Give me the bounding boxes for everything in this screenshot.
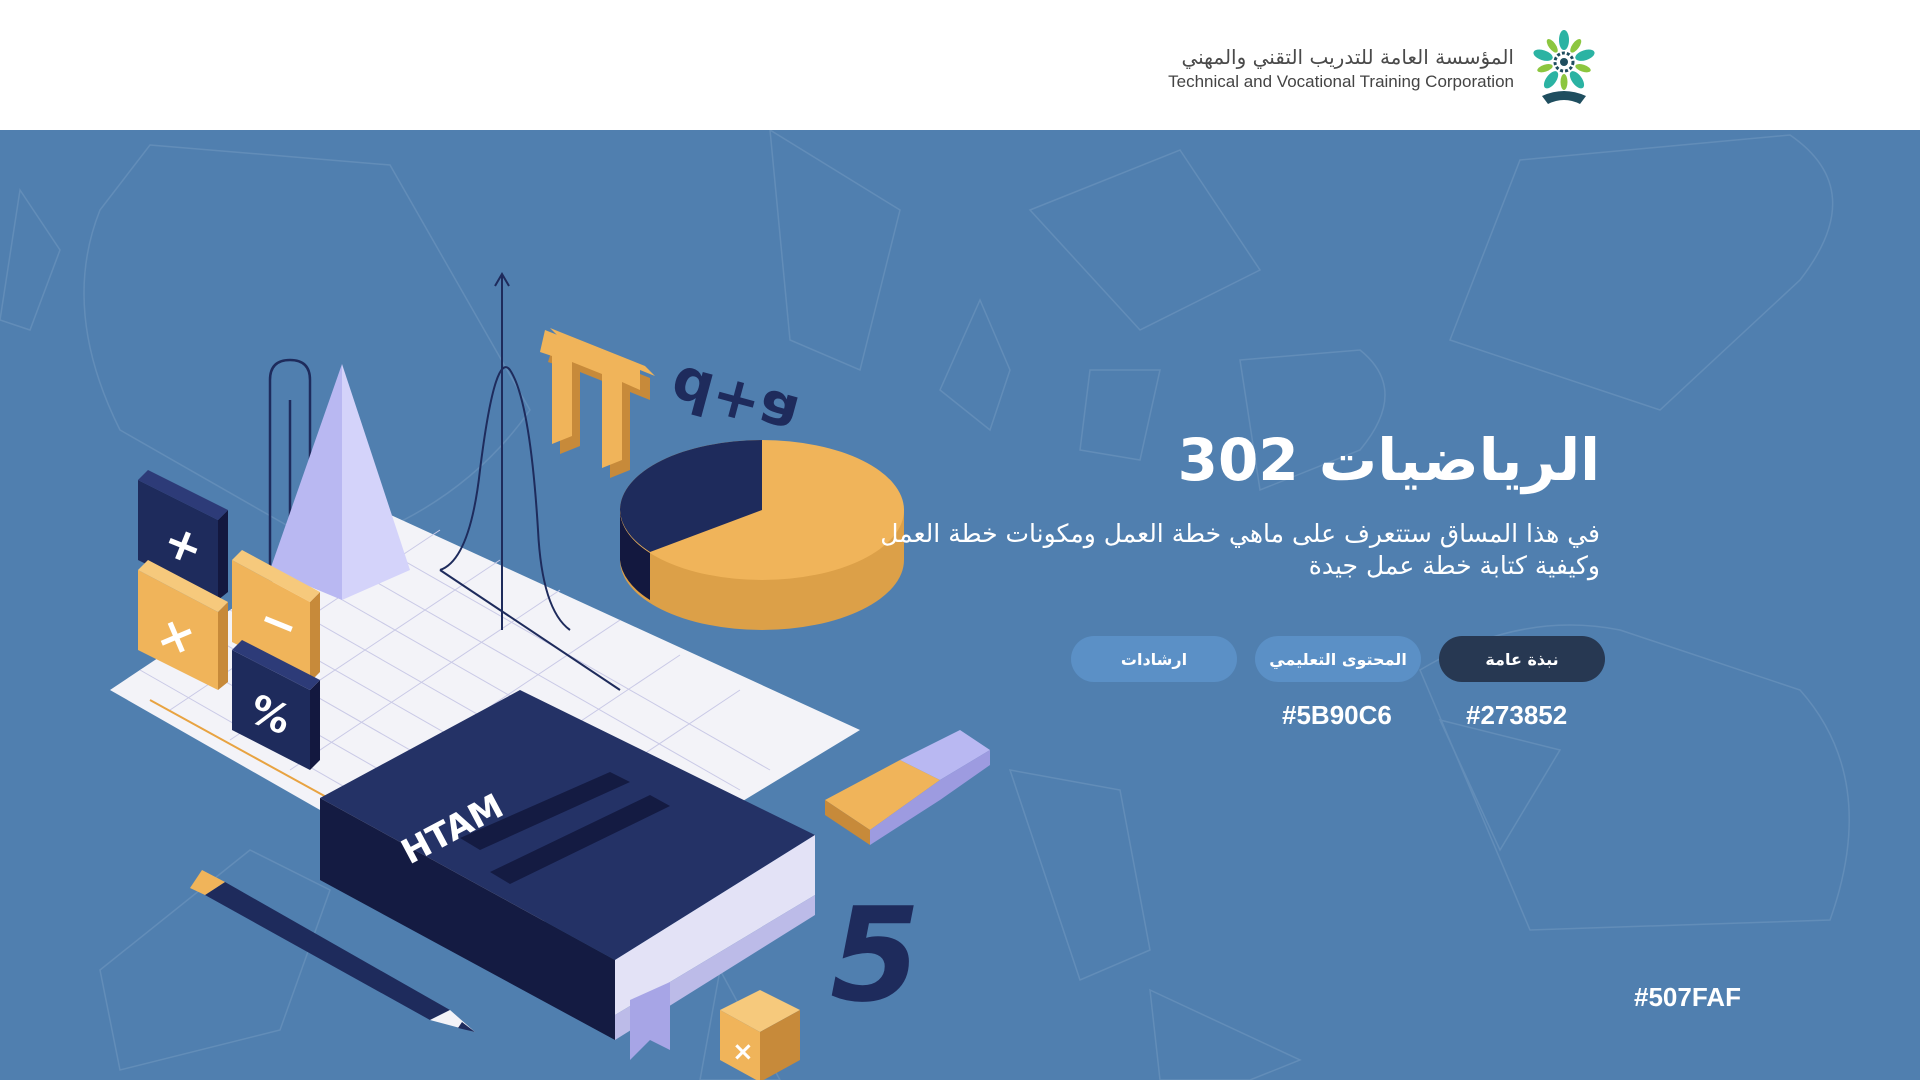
tvtc-emblem-icon (1533, 30, 1595, 104)
x-cube: × (720, 990, 800, 1080)
org-name-english: Technical and Vocational Training Corpor… (1168, 72, 1514, 91)
tab-overview[interactable]: نبذة عامة (1439, 636, 1605, 682)
inactive-tab-color-label: #5B90C6 (1282, 700, 1392, 730)
formula-label: d+a (663, 352, 805, 451)
course-info: الرياضيات 302 في هذا المساق ستتعرف على م… (880, 420, 1600, 607)
svg-text:×: × (732, 1037, 754, 1067)
top-header: المؤسسة العامة للتدريب التقني والمهني Te… (0, 0, 1920, 130)
tab-content[interactable]: المحتوى التعليمي (1255, 636, 1421, 682)
course-description: في هذا المساق ستتعرف على ماهي خطة العمل … (880, 519, 1600, 580)
number-five: 5 (830, 879, 920, 1031)
math-illustration: + − × % d+a MATH × 5 (110, 272, 990, 1080)
org-logo-text: المؤسسة العامة للتدريب التقني والمهني Te… (1168, 43, 1514, 93)
org-logo[interactable]: المؤسسة العامة للتدريب التقني والمهني Te… (1168, 26, 1600, 110)
tab-guidelines[interactable]: ارشادات (1071, 636, 1237, 682)
eraser-shape (825, 730, 990, 845)
active-tab-color-label: #273852 (1466, 700, 1568, 730)
course-title: الرياضيات 302 (1177, 426, 1600, 494)
course-tabs: نبذة عامة المحتوى التعليمي ارشادات (1071, 636, 1605, 682)
background-color-label: #507FAF (1634, 982, 1741, 1012)
pie-chart-3d (620, 440, 904, 630)
org-name-arabic: المؤسسة العامة للتدريب التقني والمهني (1181, 45, 1514, 69)
pi-symbol (540, 328, 655, 478)
course-hero: + − × % d+a MATH × 5 الرياضيات 302 في هذ… (0, 130, 1920, 1080)
